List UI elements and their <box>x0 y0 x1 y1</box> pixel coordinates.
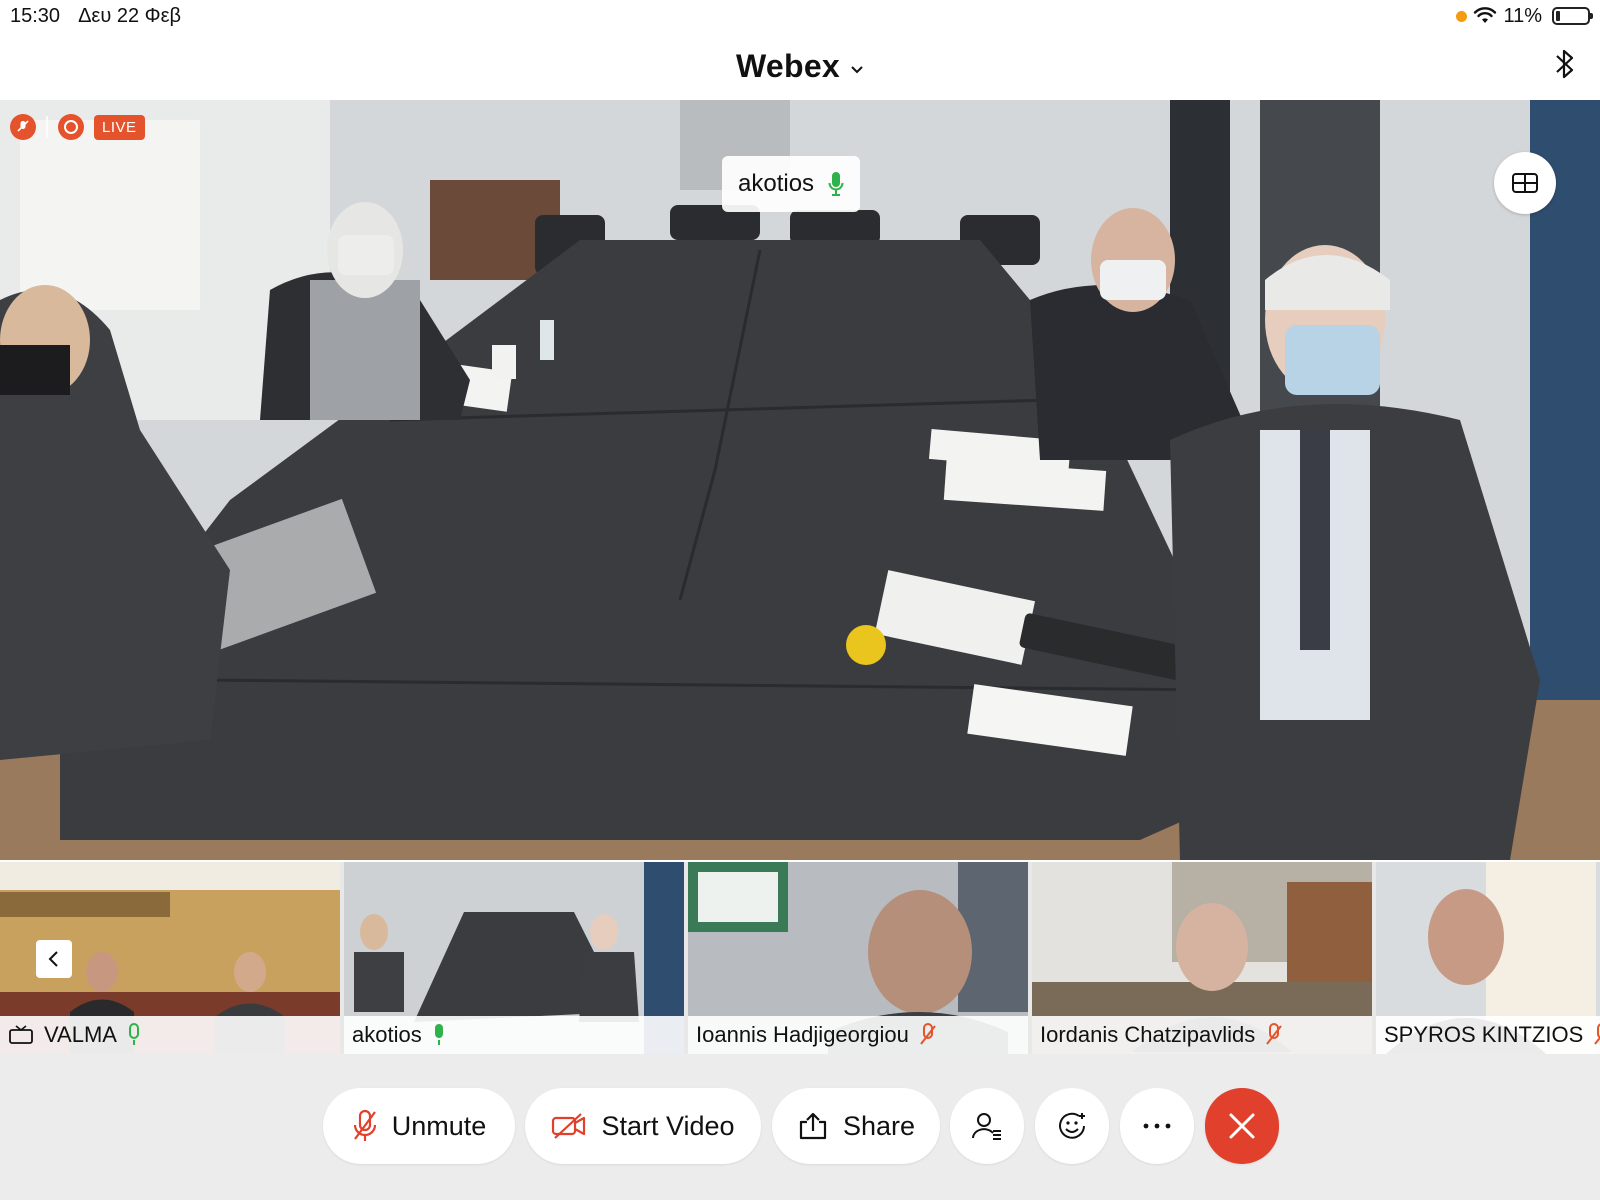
participant-name: Ioannis Hadjigeorgiou <box>696 1022 909 1047</box>
share-button[interactable]: Share <box>772 1088 940 1164</box>
participant-label: VALMA <box>0 1016 340 1054</box>
layout-toggle-button[interactable] <box>1494 152 1556 214</box>
mic-muted-indicator-icon <box>10 114 36 140</box>
participant-label: Iordanis Chatzipavlids <box>1032 1016 1372 1054</box>
grid-layout-icon <box>1512 173 1538 193</box>
privacy-dot-icon <box>1456 10 1468 22</box>
participant-thumbnail-strip[interactable]: VALMA akotios Ioannis Hadjigeorgiou Iord… <box>0 862 1600 1054</box>
app-title[interactable]: Webex <box>736 48 840 85</box>
reactions-button[interactable] <box>1035 1088 1109 1164</box>
indicator-divider <box>46 116 48 138</box>
battery-percent: 11% <box>1503 4 1542 27</box>
mic-muted-icon <box>920 1023 936 1045</box>
more-options-button[interactable] <box>1120 1088 1194 1164</box>
mic-on-icon <box>828 172 844 196</box>
mic-muted-icon <box>1594 1023 1600 1045</box>
mic-muted-icon <box>353 1109 376 1141</box>
scroll-left-button[interactable] <box>36 940 72 978</box>
start-video-label: Start Video <box>601 1110 735 1141</box>
participants-icon <box>972 1113 1001 1140</box>
unmute-button[interactable]: Unmute <box>323 1088 515 1164</box>
main-video[interactable]: LIVE akotios <box>0 100 1600 860</box>
active-speaker-label: akotios <box>722 156 861 212</box>
mic-muted-icon <box>1266 1023 1283 1045</box>
live-badge: LIVE <box>94 114 145 140</box>
recording-icon <box>58 114 84 140</box>
device-icon <box>9 1025 33 1044</box>
active-speaker-name: akotios <box>738 170 815 197</box>
participant-name: VALMA <box>44 1022 117 1047</box>
video-off-icon <box>552 1113 586 1139</box>
main-video-frame <box>0 100 1600 860</box>
meeting-controls-toolbar: Unmute Start Video Share <box>0 1054 1600 1200</box>
chevron-down-icon[interactable] <box>850 59 864 80</box>
leave-meeting-button[interactable] <box>1205 1088 1279 1164</box>
chevron-left-icon <box>48 951 58 967</box>
recording-indicators: LIVE <box>10 114 145 140</box>
title-bar: Webex <box>0 32 1600 100</box>
status-bar: 15:30 Δευ 22 Φεβ 11% <box>0 0 1600 32</box>
participant-tile[interactable]: Ioannis Hadjigeorgiou <box>688 862 1028 1054</box>
bluetooth-icon[interactable] <box>1554 46 1576 87</box>
participant-label: akotios <box>344 1016 684 1054</box>
participant-name: akotios <box>352 1022 422 1047</box>
status-date: Δευ 22 Φεβ <box>78 4 182 27</box>
participant-tile[interactable]: VALMA <box>0 862 340 1054</box>
mic-on-icon <box>434 1024 443 1045</box>
participant-label: Ioannis Hadjigeorgiou <box>688 1016 1028 1054</box>
share-label: Share <box>842 1110 916 1141</box>
participant-tile[interactable]: akotios <box>344 862 684 1054</box>
more-icon <box>1143 1123 1171 1129</box>
participant-name: SPYROS KINTZIOS <box>1384 1022 1584 1047</box>
emoji-icon <box>1059 1112 1085 1139</box>
unmute-label: Unmute <box>391 1110 487 1141</box>
mic-on-icon <box>128 1023 139 1045</box>
participant-tile[interactable]: SPYROS KINTZIOS <box>1376 862 1600 1054</box>
start-video-button[interactable]: Start Video <box>525 1088 761 1164</box>
participants-button[interactable] <box>950 1088 1024 1164</box>
participant-name: Iordanis Chatzipavlids <box>1040 1022 1256 1047</box>
share-icon <box>799 1112 827 1140</box>
status-time: 15:30 <box>10 4 61 27</box>
participant-tile[interactable]: Iordanis Chatzipavlids <box>1032 862 1372 1054</box>
close-icon <box>1229 1113 1255 1139</box>
wifi-icon <box>1474 7 1497 23</box>
participant-label: SPYROS KINTZIOS <box>1376 1016 1600 1054</box>
battery-icon <box>1552 7 1593 25</box>
